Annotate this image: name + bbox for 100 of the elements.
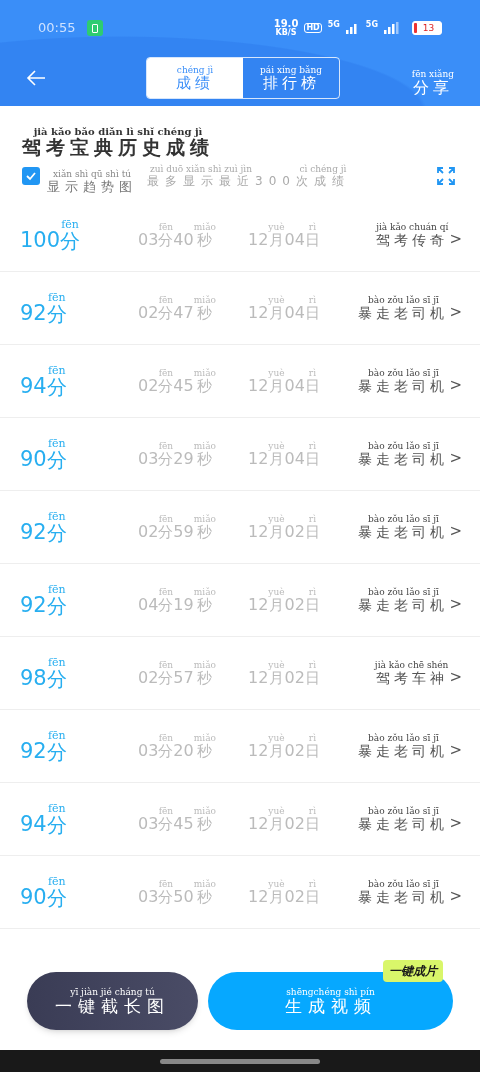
seconds: 19	[173, 596, 194, 613]
record-row[interactable]: 90 fēn 分 03 fēn 分29 miǎo 秒 12 yuè 月 04 rì 日 bào zǒu lǎo sī jī 暴走老司机>	[0, 418, 480, 491]
seconds: 29	[173, 450, 194, 467]
minutes: 02	[138, 523, 159, 540]
pinyin: miǎo	[193, 441, 216, 451]
title-name: 暴走老司机	[358, 817, 449, 831]
pinyin: fēn	[47, 365, 66, 376]
screenshot-button[interactable]: yī jiàn jié cháng tú 一键截长图	[27, 972, 198, 1030]
record-row[interactable]: 92 fēn 分 02 fēn 分59 miǎo 秒 12 yuè 月 02 rì 日 bào zǒu lǎo sī jī 暴走老司机>	[0, 491, 480, 564]
seconds: 50	[173, 888, 194, 905]
pinyin: zuì duō xiǎn shì zuì jìn	[150, 165, 252, 174]
record-row[interactable]: 94 fēn 分 03 fēn 分45 miǎo 秒 12 yuè 月 02 rì 日 bào zǒu lǎo sī jī 暴走老司机>	[0, 783, 480, 856]
chevron[interactable]: >	[449, 670, 462, 685]
pinyin: fēn	[61, 219, 79, 230]
chevron[interactable]: >	[449, 378, 462, 393]
title-name: 驾考传奇	[376, 233, 449, 247]
home-indicator[interactable]	[160, 1058, 320, 1064]
signal-icon	[384, 22, 402, 34]
chevron[interactable]: >	[449, 597, 462, 612]
score-unit: 分	[60, 231, 81, 251]
record-row[interactable]: 92 fēn 分 02 fēn 分47 miǎo 秒 12 yuè 月 04 rì 日 bào zǒu lǎo sī jī 暴走老司机>	[0, 272, 480, 345]
seconds: 47	[173, 304, 194, 321]
record-row[interactable]: 90 fēn 分 03 fēn 分50 miǎo 秒 12 yuè 月 02 rì 日 bào zǒu lǎo sī jī 暴走老司机>	[0, 856, 480, 929]
day-unit: 日	[304, 597, 320, 613]
record-row[interactable]: 92 fēn 分 04 fēn 分19 miǎo 秒 12 yuè 月 02 rì 日 bào zǒu lǎo sī jī 暴走老司机>	[0, 564, 480, 637]
minutes: 03	[138, 742, 159, 759]
score: 100	[20, 230, 61, 251]
history-note: 次成绩	[295, 175, 350, 187]
tab[interactable]: pái xíng bǎng 排行榜	[243, 58, 339, 98]
day-unit: 日	[304, 889, 320, 905]
score: 98	[20, 668, 47, 689]
chevron[interactable]: >	[449, 524, 462, 539]
day: 02	[284, 742, 305, 759]
day: 02	[284, 523, 305, 540]
month-unit: 月	[268, 670, 284, 686]
record-row[interactable]: 94 fēn 分 02 fēn 分45 miǎo 秒 12 yuè 月 04 rì 日 bào zǒu lǎo sī jī 暴走老司机>	[0, 345, 480, 418]
pinyin: rì	[308, 368, 317, 378]
pinyin: fēn	[47, 876, 66, 887]
seconds: 40	[173, 231, 194, 248]
back-arrow-icon[interactable]	[26, 70, 46, 86]
history-note: 300	[255, 175, 296, 187]
day-unit: 日	[304, 743, 320, 759]
pinyin: jià kǎo chuán qí	[376, 223, 449, 232]
month-unit: 月	[268, 305, 284, 321]
network-type: 5G	[327, 21, 340, 29]
pinyin: cì chéng jì	[299, 165, 347, 174]
pinyin: yuè	[268, 733, 285, 743]
score-unit: 分	[46, 815, 67, 835]
month: 12	[248, 377, 269, 394]
day: 02	[284, 815, 305, 832]
record-row[interactable]: 98 fēn 分 02 fēn 分57 miǎo 秒 12 yuè 月 02 rì 日 jià kǎo chē shén 驾考车神>	[0, 637, 480, 710]
title-name: 暴走老司机	[358, 379, 449, 393]
pinyin: yuè	[268, 222, 285, 232]
score-unit: 分	[46, 596, 67, 616]
pinyin: fēn	[47, 584, 66, 595]
minute-unit: 分	[158, 378, 174, 394]
pinyin: fēn	[158, 441, 174, 451]
record-row[interactable]: 92 fēn 分 03 fēn 分20 miǎo 秒 12 yuè 月 02 rì 日 bào zǒu lǎo sī jī 暴走老司机>	[0, 710, 480, 783]
chevron[interactable]: >	[449, 451, 462, 466]
fullscreen-icon[interactable]	[436, 166, 456, 186]
title-name: 暴走老司机	[358, 744, 449, 758]
title-name: 暴走老司机	[358, 525, 449, 539]
second-unit: 秒	[197, 232, 213, 248]
second-unit: 秒	[197, 889, 213, 905]
chevron[interactable]: >	[449, 743, 462, 758]
pinyin: yuè	[268, 660, 285, 670]
month-unit: 月	[268, 524, 284, 540]
checkmark-icon	[25, 170, 37, 182]
tab[interactable]: chéng jì 成绩	[147, 58, 243, 98]
pinyin: rì	[308, 733, 317, 743]
pinyin: bào zǒu lǎo sī jī	[368, 442, 439, 451]
pinyin: jià kǎo bǎo diǎn lì shǐ chéng jì	[33, 127, 203, 137]
record-row[interactable]: 100 fēn 分 03 fēn 分40 miǎo 秒 12 yuè 月 04 rì 日 jià kǎo chuán qí 驾考传奇>	[0, 199, 480, 272]
month: 12	[248, 669, 269, 686]
checkbox[interactable]	[22, 167, 40, 185]
month-unit: 月	[268, 232, 284, 248]
day: 02	[284, 888, 305, 905]
score-unit: 分	[46, 450, 67, 470]
pinyin: miǎo	[193, 295, 216, 305]
pinyin: fēn	[158, 295, 174, 305]
pinyin: fēn	[158, 660, 174, 670]
pinyin: bào zǒu lǎo sī jī	[368, 369, 439, 378]
chevron[interactable]: >	[449, 816, 462, 831]
pinyin: miǎo	[193, 587, 216, 597]
chevron[interactable]: >	[449, 889, 462, 904]
chevron[interactable]: >	[449, 232, 462, 247]
seconds: 57	[173, 669, 194, 686]
month-unit: 月	[268, 743, 284, 759]
day: 02	[284, 596, 305, 613]
day-unit: 日	[304, 378, 320, 394]
pinyin: rì	[308, 295, 317, 305]
pinyin: bào zǒu lǎo sī jī	[368, 880, 439, 889]
chevron[interactable]: >	[449, 305, 462, 320]
pinyin: fēn	[158, 806, 174, 816]
score: 92	[20, 303, 47, 324]
pinyin: bào zǒu lǎo sī jī	[368, 807, 439, 816]
title-name: 暴走老司机	[358, 306, 449, 320]
month: 12	[248, 815, 269, 832]
pinyin: rì	[308, 441, 317, 451]
day-unit: 日	[304, 232, 320, 248]
